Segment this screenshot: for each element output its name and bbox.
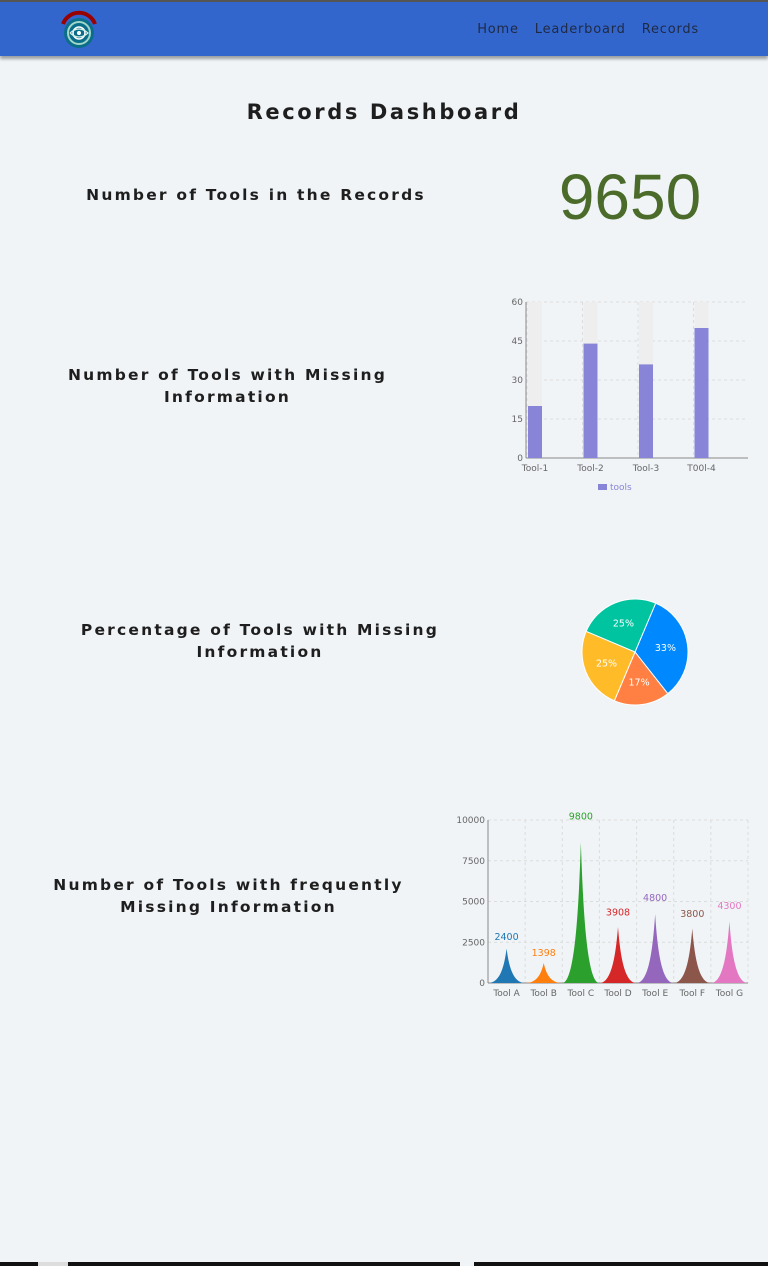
pie-label: 25% [613, 619, 634, 630]
percentage-pie-chart: 33% 17% 25% 25% [581, 598, 689, 706]
total-tools-label: Number of Tools in the Records [86, 186, 426, 204]
bottom-border-gap [38, 1262, 68, 1266]
x-tick-label: Tool-3 [632, 464, 659, 474]
x-tick-label: Tool B [529, 989, 557, 999]
x-tick-label: Tool-1 [521, 464, 548, 474]
legend-label: tools [610, 483, 632, 493]
missing-tools-label-line1: Number of Tools with Missing [67, 366, 388, 384]
page-title: Records Dashboard [246, 100, 522, 124]
data-label: 1398 [532, 948, 556, 959]
percentage-tools-label: Percentage of Tools with Missing Informa… [60, 619, 460, 663]
x-tick-label: Tool-2 [576, 464, 603, 474]
pie-label: 25% [596, 659, 617, 670]
wikimedia-logo-icon[interactable] [56, 7, 102, 53]
legend-swatch [598, 484, 607, 490]
spike-bar [636, 914, 674, 983]
spike-bar [599, 926, 637, 983]
frequent-missing-label-line1: Number of Tools with frequently [53, 876, 404, 894]
bar [694, 328, 709, 458]
spike-bar [562, 842, 600, 983]
data-label: 3908 [606, 907, 630, 918]
y-tick-label: 0 [517, 454, 523, 464]
x-tick-label: Tool A [492, 989, 520, 999]
percentage-tools-label-line1: Percentage of Tools with Missing [80, 621, 440, 639]
navbar: Home Leaderboard Records [0, 2, 768, 56]
y-tick-label: 15 [512, 415, 523, 425]
data-label: 2400 [494, 932, 518, 943]
spike-bar [488, 948, 526, 983]
bar [639, 364, 653, 458]
y-tick-label: 10000 [456, 816, 485, 826]
percentage-tools-label-line2: Information [196, 643, 324, 661]
x-tick-label: Tool F [679, 989, 706, 999]
y-tick-label: 7500 [462, 857, 485, 867]
x-tick-label: T00l-4 [686, 464, 716, 474]
nav-links: Home Leaderboard Records [477, 2, 699, 56]
y-tick-label: 5000 [462, 898, 485, 908]
frequent-missing-label-line2: Missing Information [120, 898, 337, 916]
pie-label: 17% [629, 677, 650, 688]
bar [528, 406, 542, 458]
missing-tools-label-line2: Information [163, 388, 292, 406]
total-tools-value: 9650 [558, 161, 702, 233]
y-tick-label: 60 [512, 298, 524, 308]
nav-link-records[interactable]: Records [642, 22, 699, 37]
y-tick-label: 0 [479, 979, 485, 989]
pie-label: 33% [655, 643, 676, 654]
data-label: 4300 [717, 901, 741, 912]
bottom-border [0, 1262, 768, 1266]
missing-tools-bar-chart: 0 15 30 45 60 Tool-1 Tool-2 Tool-3 T00l-4 tools [512, 298, 748, 493]
missing-tools-label: Number of Tools with Missing Information [40, 364, 415, 408]
bottom-border-gap [460, 1262, 474, 1266]
data-label: 4800 [643, 893, 667, 904]
frequent-missing-spike-chart: 0 2500 5000 7500 10000 2400 Tool A 1398 Tool B 98… [456, 811, 749, 999]
frequent-missing-label: Number of Tools with frequently Missing … [36, 874, 421, 918]
x-tick-label: Tool E [641, 989, 668, 999]
nav-link-leaderboard[interactable]: Leaderboard [535, 22, 626, 37]
x-tick-label: Tool C [567, 989, 595, 999]
data-label: 9800 [569, 811, 593, 822]
spike-bar [710, 921, 748, 983]
spike-bar [525, 962, 563, 983]
bar [583, 343, 598, 458]
spike-bar [673, 928, 711, 983]
x-tick-label: Tool D [603, 989, 631, 999]
data-label: 3800 [680, 909, 704, 920]
y-tick-label: 2500 [462, 938, 485, 948]
x-tick-label: Tool G [715, 989, 743, 999]
y-tick-label: 30 [512, 376, 524, 386]
y-tick-label: 45 [512, 337, 523, 347]
nav-link-home[interactable]: Home [477, 22, 519, 37]
